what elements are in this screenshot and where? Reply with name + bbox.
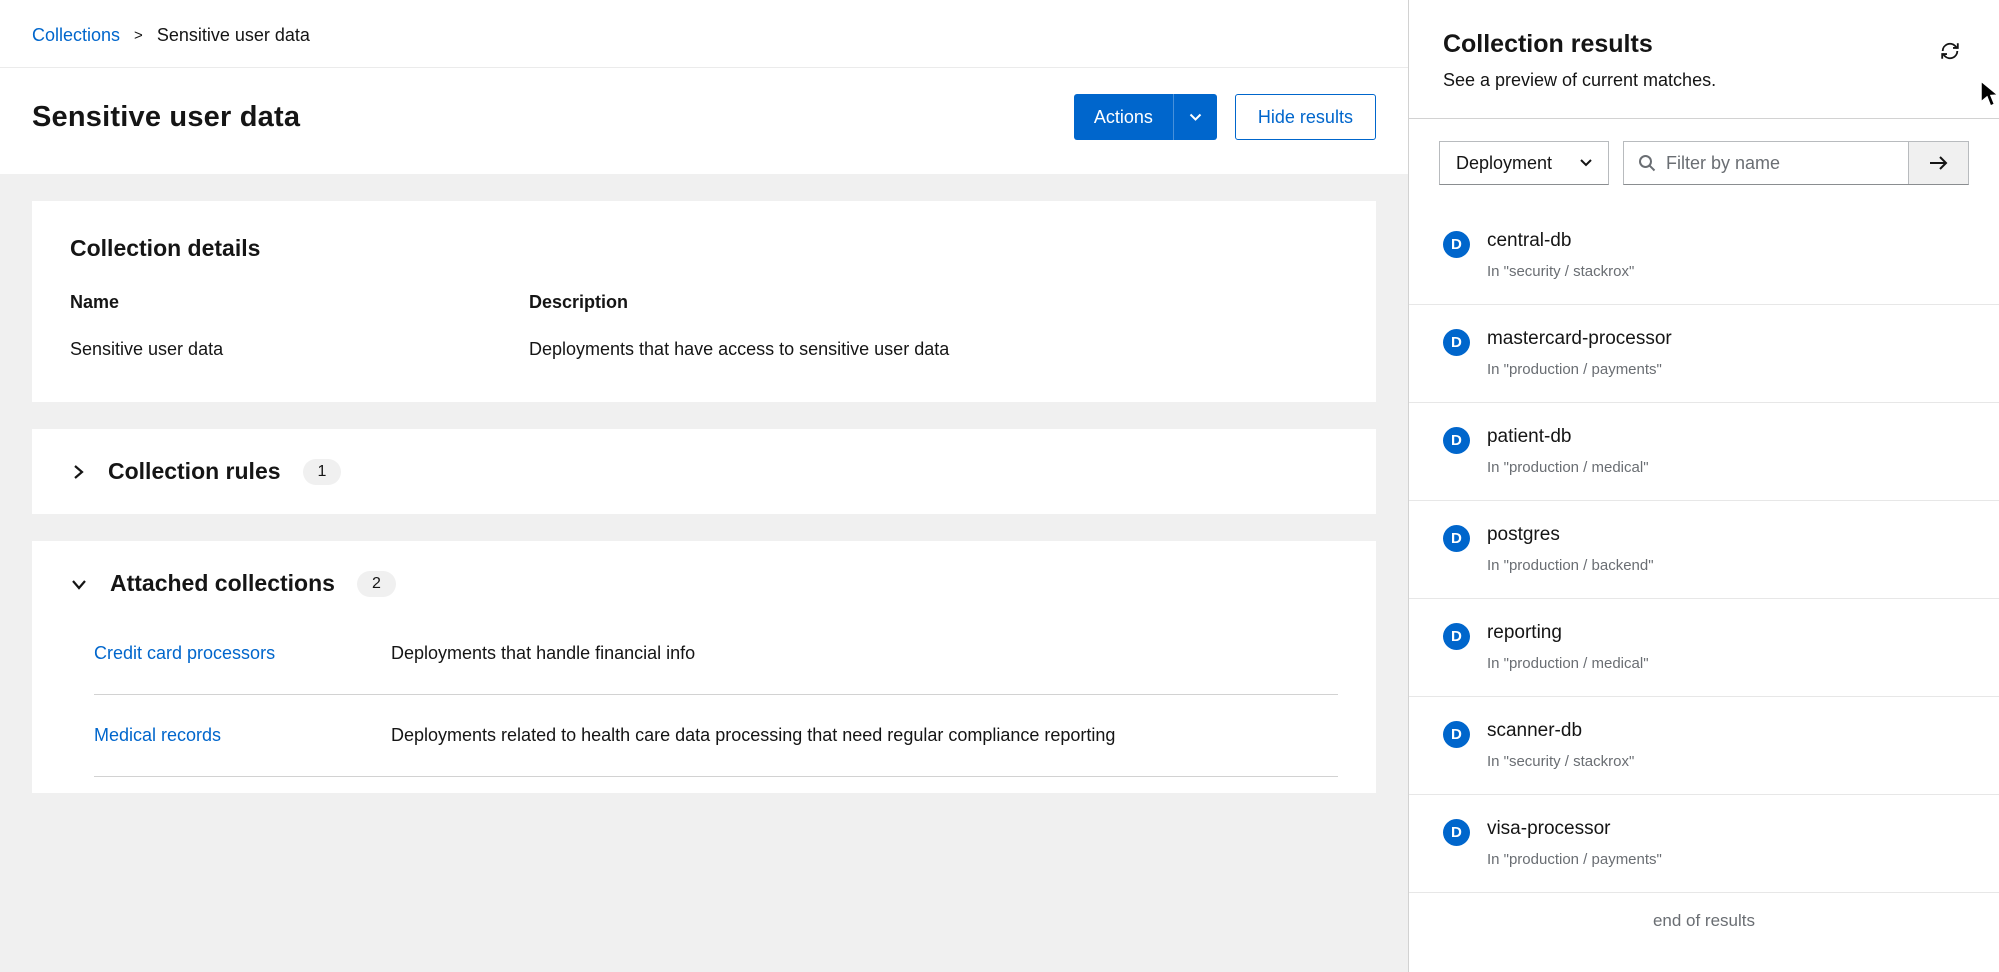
- result-location: In "production / medical": [1487, 459, 1649, 476]
- description-value: Deployments that have access to sensitiv…: [529, 339, 1338, 360]
- table-row: Credit card processors Deployments that …: [94, 613, 1338, 695]
- chevron-down-icon: [1174, 113, 1217, 122]
- breadcrumb-separator-icon: >: [134, 27, 143, 44]
- result-text: scanner-db In "security / stackrox": [1487, 720, 1634, 770]
- app-root: Collections > Sensitive user data Sensit…: [0, 0, 1999, 972]
- result-location: In "security / stackrox": [1487, 753, 1634, 770]
- result-name: reporting: [1487, 622, 1649, 644]
- collection-rules-count-badge: 1: [303, 459, 342, 485]
- chevron-down-icon[interactable]: [70, 576, 88, 592]
- attached-collection-link[interactable]: Credit card processors: [94, 643, 391, 664]
- table-row: Medical records Deployments related to h…: [94, 695, 1338, 777]
- filter-by-name-input[interactable]: [1656, 153, 1908, 174]
- result-name: mastercard-processor: [1487, 328, 1672, 350]
- result-text: central-db In "security / stackrox": [1487, 230, 1634, 280]
- result-text: visa-processor In "production / payments…: [1487, 818, 1662, 868]
- collection-results-panel: Collection results See a preview of curr…: [1408, 0, 1999, 972]
- deployment-type-icon: D: [1443, 525, 1470, 552]
- deployment-type-icon: D: [1443, 819, 1470, 846]
- result-location: In "security / stackrox": [1487, 263, 1634, 280]
- result-text: mastercard-processor In "production / pa…: [1487, 328, 1672, 378]
- collection-rules-card[interactable]: Collection rules 1: [32, 429, 1376, 514]
- result-name: scanner-db: [1487, 720, 1634, 742]
- list-item: D visa-processor In "production / paymen…: [1409, 795, 1999, 893]
- attached-collection-link[interactable]: Medical records: [94, 725, 391, 746]
- attached-collection-description: Deployments that handle financial info: [391, 643, 1338, 664]
- collection-details-grid: Name Description Sensitive user data Dep…: [70, 292, 1338, 360]
- result-text: reporting In "production / medical": [1487, 622, 1649, 672]
- deployment-type-icon: D: [1443, 427, 1470, 454]
- collection-details-card: Collection details Name Description Sens…: [32, 201, 1376, 402]
- list-item: D mastercard-processor In "production / …: [1409, 305, 1999, 403]
- result-name: postgres: [1487, 524, 1654, 546]
- name-label: Name: [70, 292, 529, 313]
- attached-collections-count-badge: 2: [357, 571, 396, 597]
- results-panel-subtitle: See a preview of current matches.: [1443, 70, 1965, 91]
- deployment-type-icon: D: [1443, 623, 1470, 650]
- page-title: Sensitive user data: [32, 101, 300, 134]
- refresh-button[interactable]: [1939, 40, 1961, 62]
- attached-collections-list: Credit card processors Deployments that …: [94, 613, 1338, 777]
- apply-filter-button[interactable]: [1908, 142, 1968, 184]
- chevron-right-icon[interactable]: [70, 463, 86, 481]
- entity-type-value: Deployment: [1456, 153, 1552, 174]
- deployment-type-icon: D: [1443, 721, 1470, 748]
- header-buttons: Actions Hide results: [1074, 94, 1376, 140]
- results-list: D central-db In "security / stackrox" D …: [1409, 207, 1999, 972]
- result-name: visa-processor: [1487, 818, 1662, 840]
- collection-rules-title: Collection rules: [108, 458, 281, 485]
- list-item: D patient-db In "production / medical": [1409, 403, 1999, 501]
- list-item: D scanner-db In "security / stackrox": [1409, 697, 1999, 795]
- arrow-right-icon: [1929, 155, 1949, 171]
- page-header: Sensitive user data Actions Hide results: [0, 67, 1408, 174]
- deployment-type-icon: D: [1443, 231, 1470, 258]
- results-toolbar: Deployment: [1409, 119, 1999, 207]
- attached-collections-card: Attached collections 2 Credit card proce…: [32, 541, 1376, 793]
- end-of-results-text: end of results: [1409, 893, 1999, 955]
- hide-results-button[interactable]: Hide results: [1235, 94, 1376, 140]
- results-panel-title: Collection results: [1443, 30, 1965, 59]
- attached-collection-description: Deployments related to health care data …: [391, 725, 1338, 746]
- actions-button-label: Actions: [1074, 107, 1173, 128]
- chevron-down-icon: [1580, 159, 1592, 167]
- result-name: patient-db: [1487, 426, 1649, 448]
- name-value: Sensitive user data: [70, 339, 529, 360]
- result-location: In "production / backend": [1487, 557, 1654, 574]
- results-panel-header: Collection results See a preview of curr…: [1409, 0, 1999, 119]
- result-location: In "production / payments": [1487, 851, 1662, 868]
- result-location: In "production / payments": [1487, 361, 1672, 378]
- attached-collections-header[interactable]: Attached collections 2: [70, 570, 1338, 597]
- description-label: Description: [529, 292, 1338, 313]
- collection-details-title: Collection details: [70, 235, 1338, 262]
- list-item: D reporting In "production / medical": [1409, 599, 1999, 697]
- filter-search-group: [1623, 141, 1969, 185]
- result-name: central-db: [1487, 230, 1634, 252]
- breadcrumb-current: Sensitive user data: [157, 25, 310, 46]
- entity-type-select[interactable]: Deployment: [1439, 141, 1609, 185]
- actions-button[interactable]: Actions: [1074, 94, 1217, 140]
- main-column: Collections > Sensitive user data Sensit…: [0, 0, 1408, 972]
- result-location: In "production / medical": [1487, 655, 1649, 672]
- search-icon: [1638, 154, 1656, 172]
- breadcrumb-bar: Collections > Sensitive user data: [0, 0, 1408, 67]
- attached-collections-title: Attached collections: [110, 570, 335, 597]
- breadcrumb-collections-link[interactable]: Collections: [32, 25, 120, 46]
- deployment-type-icon: D: [1443, 329, 1470, 356]
- result-text: postgres In "production / backend": [1487, 524, 1654, 574]
- list-item: D postgres In "production / backend": [1409, 501, 1999, 599]
- main-content: Collection details Name Description Sens…: [0, 174, 1408, 972]
- refresh-icon: [1939, 40, 1961, 62]
- result-text: patient-db In "production / medical": [1487, 426, 1649, 476]
- list-item: D central-db In "security / stackrox": [1409, 207, 1999, 305]
- breadcrumb: Collections > Sensitive user data: [32, 25, 1376, 46]
